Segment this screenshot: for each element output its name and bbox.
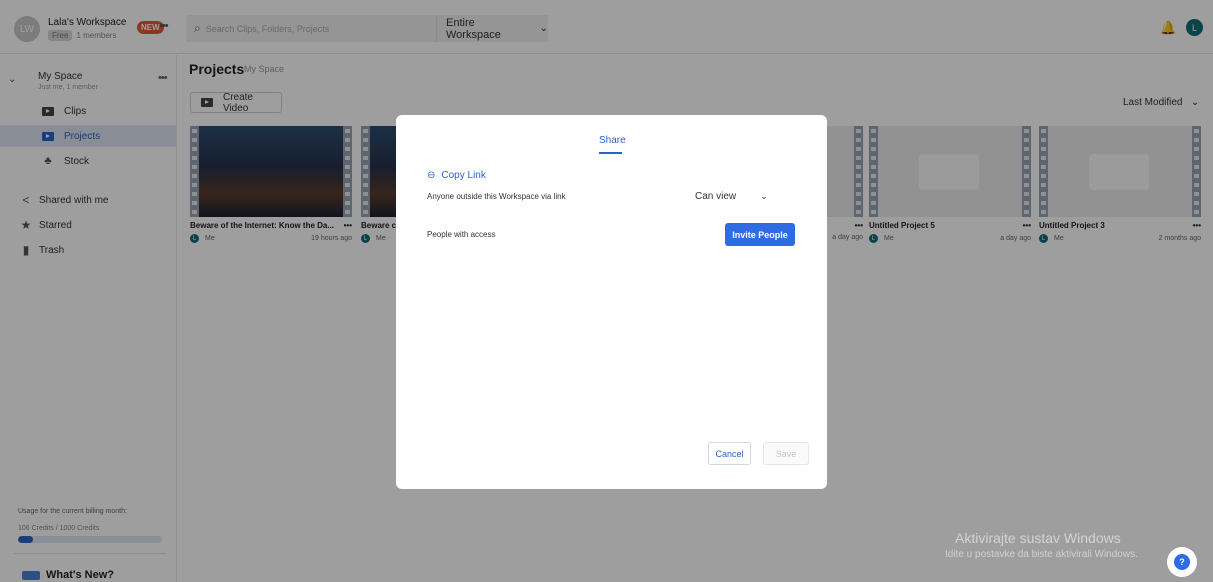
- save-button[interactable]: Save: [763, 442, 809, 465]
- help-button[interactable]: ?: [1167, 547, 1197, 577]
- tab-share[interactable]: Share: [599, 135, 626, 146]
- windows-activation-subtitle: Idite u postavke da biste aktivirali Win…: [945, 549, 1138, 560]
- copy-link-button[interactable]: ⊖ Copy Link: [427, 170, 486, 181]
- windows-activation-title: Aktivirajte sustav Windows: [955, 530, 1121, 546]
- permission-select[interactable]: Can view ⌄: [695, 191, 768, 202]
- permission-value: Can view: [695, 191, 737, 202]
- people-access-label: People with access: [427, 230, 496, 239]
- help-icon: ?: [1174, 554, 1190, 570]
- cancel-button[interactable]: Cancel: [708, 442, 751, 465]
- share-dialog: Share ⊖ Copy Link Anyone outside this Wo…: [396, 115, 827, 489]
- copy-link-label: Copy Link: [441, 170, 486, 181]
- link-icon: ⊖: [427, 170, 436, 181]
- link-access-description: Anyone outside this Workspace via link: [427, 192, 566, 201]
- tab-indicator: [599, 152, 622, 154]
- chevron-down-icon: ⌄: [760, 191, 768, 201]
- invite-people-button[interactable]: Invite People: [725, 223, 795, 246]
